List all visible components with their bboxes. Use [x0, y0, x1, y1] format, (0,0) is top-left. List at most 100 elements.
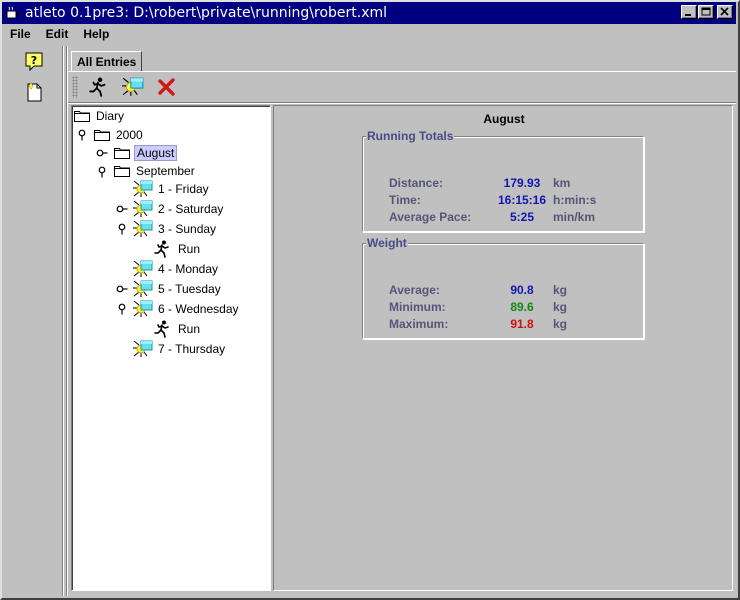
minimize-button[interactable]: [681, 5, 697, 19]
tree-node-label: 1 - Friday: [158, 182, 209, 196]
delete-entry-button[interactable]: [154, 75, 180, 99]
time-label: Time:: [389, 193, 421, 207]
maximum-unit: kg: [553, 317, 568, 331]
expanded-handle-icon[interactable]: [116, 223, 128, 235]
expanded-handle-icon[interactable]: [76, 129, 88, 141]
tree-node-run[interactable]: Run: [154, 320, 202, 338]
tree-node-label: 2 - Saturday: [158, 202, 224, 216]
help-question-icon: ?: [25, 52, 43, 72]
runner-icon: [154, 240, 172, 258]
tree-node-day[interactable]: 3 - Sunday: [133, 220, 218, 238]
folder-icon: [114, 147, 130, 159]
new-document-icon: [27, 82, 42, 102]
coffee-cup-icon: [5, 5, 21, 21]
delete-x-icon: [158, 78, 175, 96]
maximize-button[interactable]: [698, 5, 714, 19]
time-row: Time: 16:15:16 h:min:s: [389, 193, 639, 209]
maximize-icon: [701, 7, 711, 16]
distance-value: 179.93: [503, 176, 541, 190]
tree-node-label: Run: [178, 322, 201, 336]
pace-unit: min/km: [553, 210, 596, 224]
distance-label: Distance:: [389, 176, 444, 190]
group-title: Running Totals: [366, 129, 455, 143]
time-unit: h:min:s: [553, 193, 597, 207]
tree-node-august[interactable]: August: [114, 144, 178, 162]
diary-tree[interactable]: Diary 2000 August September 1 - Friday 2…: [71, 105, 271, 591]
tree-node-run[interactable]: Run: [154, 240, 202, 258]
minimum-unit: kg: [553, 300, 568, 314]
weight-maximum-row: Maximum: 91.8 kg: [389, 317, 639, 333]
menu-bar: File Edit Help: [2, 24, 736, 44]
runner-icon: [154, 320, 172, 338]
sun-day-icon: [133, 300, 153, 318]
main-area: All Entries Diary 2000 August September …: [66, 46, 736, 596]
group-title: Weight: [366, 236, 408, 250]
add-day-button[interactable]: [120, 75, 146, 99]
sun-day-icon: [133, 200, 153, 218]
detail-pane: August Running Totals Distance: 179.93 k…: [273, 105, 733, 591]
tab-strip-line: [68, 71, 736, 72]
tree-node-label: 5 - Tuesday: [158, 282, 221, 296]
tree-node-label: September: [136, 164, 195, 178]
tree-node-day[interactable]: 6 - Wednesday: [133, 300, 241, 318]
collapsed-handle-icon[interactable]: [96, 147, 108, 159]
pace-value: 5:25: [509, 210, 535, 224]
sun-day-icon: [133, 260, 153, 278]
sun-day-icon: [133, 220, 153, 238]
close-icon: [720, 7, 729, 16]
time-value: 16:15:16: [497, 193, 547, 207]
tree-node-september[interactable]: September: [114, 162, 197, 180]
sun-day-icon: [133, 180, 153, 198]
weight-minimum-row: Minimum: 89.6 kg: [389, 300, 639, 316]
minimum-value: 89.6: [510, 300, 534, 314]
folder-icon: [94, 129, 110, 141]
help-button[interactable]: ?: [22, 50, 46, 74]
collapsed-handle-icon[interactable]: [116, 203, 128, 215]
tree-node-label: 7 - Thursday: [158, 342, 226, 356]
weight-group: Weight Average: 90.8 kg Minimum: 89.6 kg…: [362, 236, 644, 339]
entries-toolbar: [70, 74, 732, 100]
tab-all-entries[interactable]: All Entries: [71, 51, 143, 71]
maximum-value: 91.8: [510, 317, 534, 331]
collapsed-handle-icon[interactable]: [116, 283, 128, 295]
folder-icon: [74, 110, 90, 122]
title-bar[interactable]: atleto 0.1pre3: D:\robert\private\runnin…: [2, 2, 736, 24]
tree-node-2000[interactable]: 2000: [94, 126, 145, 144]
menu-edit[interactable]: Edit: [38, 27, 76, 41]
menu-help[interactable]: Help: [75, 27, 116, 41]
tree-node-day[interactable]: 5 - Tuesday: [133, 280, 223, 298]
menu-file[interactable]: File: [2, 27, 38, 41]
expanded-handle-icon[interactable]: [96, 166, 108, 178]
sun-day-icon: [133, 280, 153, 298]
close-window-button[interactable]: [717, 5, 733, 19]
pace-label: Average Pace:: [389, 210, 472, 224]
tree-node-day[interactable]: 2 - Saturday: [133, 200, 225, 218]
maximum-label: Maximum:: [389, 317, 449, 331]
tree-node-day[interactable]: 1 - Friday: [133, 180, 211, 198]
detail-title: August: [483, 112, 525, 126]
minimum-label: Minimum:: [389, 300, 446, 314]
average-label: Average:: [389, 283, 440, 297]
pace-row: Average Pace: 5:25 min/km: [389, 210, 639, 226]
tree-node-day[interactable]: 4 - Monday: [133, 260, 220, 278]
average-value: 90.8: [510, 283, 534, 297]
sun-day-icon: [133, 340, 153, 358]
tree-node-label: Run: [178, 242, 201, 256]
toolbar-separator: [68, 102, 736, 104]
svg-text:?: ?: [31, 54, 37, 67]
tree-node-label: 3 - Sunday: [158, 222, 217, 236]
sun-day-icon: [122, 77, 144, 97]
new-document-button[interactable]: [22, 80, 46, 104]
tree-node-day[interactable]: 7 - Thursday: [133, 340, 227, 358]
weight-average-row: Average: 90.8 kg: [389, 283, 639, 299]
minimize-icon: [685, 14, 691, 16]
tree-node-label: Diary: [96, 109, 125, 123]
tree-node-label: August: [134, 145, 178, 161]
distance-unit: km: [553, 176, 571, 190]
expanded-handle-icon[interactable]: [116, 303, 128, 315]
runner-icon: [89, 77, 109, 97]
tree-node-diary[interactable]: Diary: [74, 107, 126, 125]
add-run-button[interactable]: [86, 75, 112, 99]
toolbar-grip[interactable]: [72, 76, 78, 98]
folder-icon: [114, 165, 130, 177]
